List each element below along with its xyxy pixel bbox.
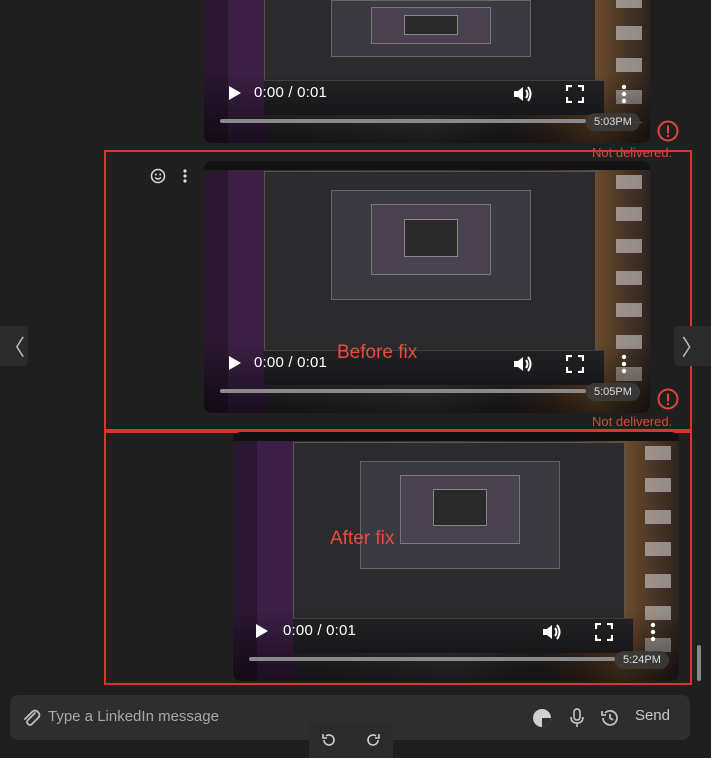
time-current: 0:00 xyxy=(254,84,284,101)
chevron-left-icon: 〈 xyxy=(2,335,25,360)
message-thread: 0:00 / 0:01 5:03PM Not delivered. 0:00 /… xyxy=(0,0,711,690)
previous-arrow-button[interactable]: 〈 xyxy=(0,326,28,366)
error-icon xyxy=(657,120,679,142)
react-emoji-icon[interactable] xyxy=(150,168,166,184)
paperclip-icon[interactable] xyxy=(20,707,42,729)
time-separator: / xyxy=(284,354,298,371)
time-current: 0:00 xyxy=(283,622,313,639)
play-icon[interactable] xyxy=(251,621,271,641)
timestamp: 5:24PM xyxy=(615,651,669,669)
fullscreen-icon[interactable] xyxy=(595,623,613,641)
annotation-before-fix: Before fix xyxy=(337,342,418,363)
volume-icon[interactable] xyxy=(541,622,563,642)
more-options-icon[interactable] xyxy=(621,84,627,104)
time-current: 0:00 xyxy=(254,354,284,371)
video-time: 0:00 / 0:01 xyxy=(254,84,327,101)
time-total: 0:01 xyxy=(326,622,357,639)
video-progress-bar[interactable] xyxy=(249,657,615,661)
fullscreen-icon[interactable] xyxy=(566,355,584,373)
more-options-icon[interactable] xyxy=(650,622,656,642)
time-separator: / xyxy=(284,84,298,101)
video-message-3[interactable]: 0:00 / 0:01 After fix 5:24PM xyxy=(233,432,679,681)
volume-icon[interactable] xyxy=(512,84,534,104)
video-progress-bar[interactable] xyxy=(220,389,586,393)
playback-controls-bar xyxy=(309,722,393,758)
gif-sticker-icon[interactable] xyxy=(531,707,553,729)
fullscreen-icon[interactable] xyxy=(566,85,584,103)
annotation-after-fix: After fix xyxy=(330,528,395,549)
microphone-icon[interactable] xyxy=(566,707,588,729)
scrollbar-thumb[interactable] xyxy=(697,645,701,681)
error-icon xyxy=(657,388,679,410)
message-more-icon[interactable] xyxy=(182,169,188,183)
time-total: 0:01 xyxy=(297,84,328,101)
play-icon[interactable] xyxy=(224,353,244,373)
video-message-2[interactable]: 0:00 / 0:01 Before fix 5:05PM xyxy=(204,161,650,413)
time-total: 0:01 xyxy=(297,354,328,371)
time-separator: / xyxy=(313,622,327,639)
video-message-1[interactable]: 0:00 / 0:01 5:03PM xyxy=(204,0,650,143)
video-time: 0:00 / 0:01 xyxy=(254,354,327,371)
fast-forward-icon[interactable] xyxy=(365,732,381,748)
timestamp: 5:03PM xyxy=(586,113,640,131)
message-input[interactable]: Type a LinkedIn message xyxy=(48,708,219,725)
delivery-status: Not delivered. xyxy=(592,414,673,429)
play-icon[interactable] xyxy=(224,83,244,103)
next-arrow-button[interactable]: 〉 xyxy=(674,326,711,366)
timestamp: 5:05PM xyxy=(586,383,640,401)
rewind-icon[interactable] xyxy=(321,732,337,748)
chevron-right-icon: 〉 xyxy=(681,335,704,360)
more-options-icon[interactable] xyxy=(621,354,627,374)
volume-icon[interactable] xyxy=(512,354,534,374)
history-icon[interactable] xyxy=(599,707,621,729)
send-button[interactable]: Send xyxy=(635,707,670,724)
video-time: 0:00 / 0:01 xyxy=(283,622,356,639)
video-progress-bar[interactable] xyxy=(220,119,586,123)
